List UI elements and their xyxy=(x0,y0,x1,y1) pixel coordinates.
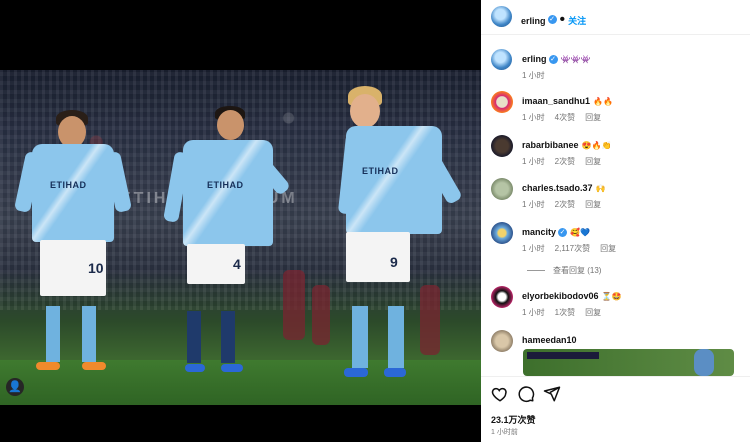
timestamp[interactable]: 1 小时 xyxy=(522,71,545,80)
verified-icon: ✓ xyxy=(547,15,557,25)
follow-button[interactable]: 关注 xyxy=(568,16,586,26)
commenter-avatar[interactable] xyxy=(491,286,513,308)
commenter-username[interactable]: imaan_sandhu1 xyxy=(522,96,590,106)
author-avatar[interactable] xyxy=(491,6,512,27)
author-username[interactable]: erling xyxy=(521,16,546,26)
post-sidebar: erling ✓ • 关注 erling ✓ 👾👾👾 1 小时 imaan_sandhu1… xyxy=(481,0,750,442)
sock xyxy=(388,306,404,368)
player-number: 10 xyxy=(88,260,104,276)
tagged-people-icon[interactable]: 👤 xyxy=(6,378,24,396)
head xyxy=(350,94,380,128)
like-count[interactable]: 4次赞 xyxy=(555,113,575,122)
scoreboard-graphic xyxy=(527,352,599,359)
sock xyxy=(221,311,235,363)
view-replies-label: 查看回复 (13) xyxy=(553,266,602,275)
timestamp[interactable]: 1 小时 xyxy=(522,113,545,122)
verified-icon: ✓ xyxy=(558,228,568,238)
head xyxy=(217,110,244,140)
sock xyxy=(352,306,368,368)
commenter-avatar[interactable] xyxy=(491,222,513,244)
jersey-sponsor: ETIHAD xyxy=(50,180,87,190)
heart-icon[interactable] xyxy=(491,385,509,403)
comment-text: ⏳🤩 xyxy=(601,292,622,301)
background-player xyxy=(312,285,330,345)
timestamp[interactable]: 1 小时 xyxy=(522,157,545,166)
view-replies-button[interactable]: 查看回复 (13) xyxy=(527,265,601,276)
player-graphic xyxy=(694,349,714,376)
separator-dot: • xyxy=(559,11,566,28)
jersey xyxy=(346,126,442,234)
boot xyxy=(221,364,243,372)
commenter-username[interactable]: charles.tsado.37 xyxy=(522,183,593,193)
boot xyxy=(384,368,406,377)
post-time[interactable]: 1 小时前 xyxy=(491,427,518,437)
post-actions-bar: 23.1万次赞 1 小时前 xyxy=(481,376,750,443)
reply-button[interactable]: 回复 xyxy=(585,113,601,122)
reply-button[interactable]: 回复 xyxy=(600,244,616,253)
post-photo[interactable]: ETIHAD STADIUM ETIHAD 10 xyxy=(0,70,481,405)
caption-text: 👾👾👾 xyxy=(560,55,591,64)
player-number: 9 xyxy=(390,254,398,270)
like-count[interactable]: 2次赞 xyxy=(555,200,575,209)
share-icon[interactable] xyxy=(543,385,561,403)
like-count[interactable]: 1次赞 xyxy=(555,308,575,317)
player-number: 4 xyxy=(233,256,241,272)
author-avatar[interactable] xyxy=(491,49,512,70)
boot xyxy=(82,362,106,370)
timestamp[interactable]: 1 小时 xyxy=(522,244,545,253)
post-media-panel: ETIHAD STADIUM ETIHAD 10 xyxy=(0,0,481,442)
like-count[interactable]: 2次赞 xyxy=(555,157,575,166)
jersey-sponsor: ETIHAD xyxy=(207,180,244,190)
sock xyxy=(187,311,201,363)
commenter-username[interactable]: rabarbibanee xyxy=(522,140,579,150)
commenter-username[interactable]: elyorbekibodov06 xyxy=(522,291,599,301)
sock xyxy=(46,306,60,362)
author-username[interactable]: erling xyxy=(522,54,547,64)
verified-icon: ✓ xyxy=(548,55,558,65)
divider xyxy=(527,270,545,272)
boot xyxy=(185,364,205,372)
post-header: erling ✓ • 关注 xyxy=(481,0,750,35)
commenter-avatar[interactable] xyxy=(491,91,513,113)
comment-icon[interactable] xyxy=(517,385,535,403)
comment-text: 🙌 xyxy=(595,184,606,193)
commenter-username[interactable]: hameedan10 xyxy=(522,335,577,345)
sock xyxy=(82,306,96,362)
timestamp[interactable]: 1 小时 xyxy=(522,308,545,317)
player-middle: ETIHAD 4 xyxy=(163,106,300,381)
comment-text: 🥰💙 xyxy=(570,228,590,237)
reply-button[interactable]: 回复 xyxy=(585,157,601,166)
reply-button[interactable]: 回复 xyxy=(585,308,601,317)
player-left: ETIHAD 10 xyxy=(13,110,133,380)
jersey-sponsor: ETIHAD xyxy=(362,166,399,176)
boot xyxy=(344,368,368,377)
commenter-avatar[interactable] xyxy=(491,178,513,200)
boot xyxy=(36,362,60,370)
commenter-avatar[interactable] xyxy=(491,135,513,157)
shorts xyxy=(346,232,410,282)
comment-image[interactable] xyxy=(523,349,734,376)
reply-button[interactable]: 回复 xyxy=(585,200,601,209)
comment-text: 😍🔥👏 xyxy=(581,141,612,150)
player-right: ETIHAD 9 xyxy=(337,84,468,384)
comment-text: 🔥🔥 xyxy=(593,97,613,106)
commenter-username[interactable]: mancity xyxy=(522,227,556,237)
jersey xyxy=(183,140,273,246)
timestamp[interactable]: 1 小时 xyxy=(522,200,545,209)
comments-list: erling ✓ 👾👾👾 1 小时 imaan_sandhu1 🔥🔥 1 小时 4次赞回… xyxy=(481,36,750,376)
like-count[interactable]: 2,117次赞 xyxy=(555,244,590,253)
jersey xyxy=(32,144,114,242)
likes-count[interactable]: 23.1万次赞 xyxy=(491,413,536,426)
commenter-avatar[interactable] xyxy=(491,330,513,352)
